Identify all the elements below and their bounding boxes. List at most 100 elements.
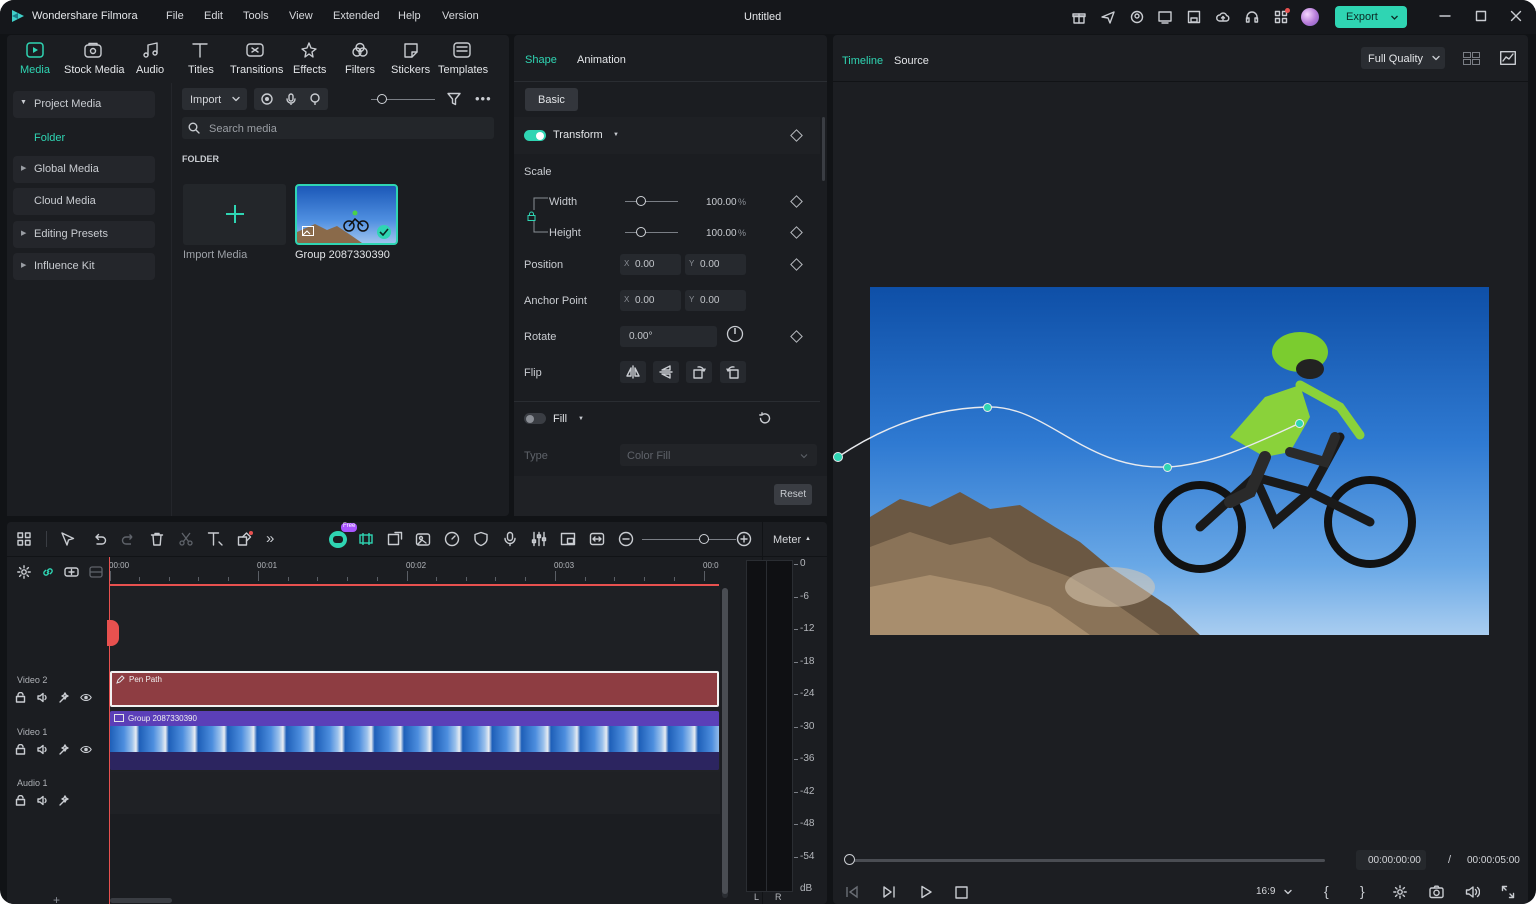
playback-scrubber[interactable] [844,854,855,865]
video-clip[interactable]: Group 2087330390 [110,711,719,770]
community-icon[interactable] [1130,10,1144,24]
track-visibility-icon[interactable] [80,744,92,755]
track-lock-icon[interactable] [15,692,26,703]
media-clip-thumbnail[interactable] [295,184,398,245]
reset-button[interactable]: Reset [774,484,812,505]
menu-extended[interactable]: Extended [333,10,379,22]
caret-down-icon[interactable]: ▼ [578,416,584,422]
voiceover-icon[interactable] [309,93,321,105]
playback-progress[interactable] [849,859,1325,862]
keyframe-height-icon[interactable] [790,226,803,239]
zoom-in-icon[interactable] [736,531,752,547]
track-mute-icon[interactable] [37,795,49,806]
sidebar-item-project-media[interactable]: ▼ Project Media [13,91,155,118]
timeline-zoom-slider[interactable] [642,539,736,540]
height-slider[interactable] [625,232,678,233]
delete-icon[interactable] [150,532,164,546]
add-track-icon[interactable] [64,565,79,579]
tab-templates[interactable]: Templates [437,35,489,79]
tab-animation[interactable]: Animation [577,54,626,66]
record-voice-icon[interactable] [502,531,518,547]
more-options-icon[interactable]: ••• [475,91,492,106]
mark-out-icon[interactable]: } [1360,883,1365,899]
transform-toggle[interactable] [524,130,546,141]
track-lock-icon[interactable] [15,744,26,755]
menu-file[interactable]: File [166,10,184,22]
flip-horizontal-button[interactable] [620,361,646,383]
fill-type-dropdown[interactable]: Color Fill [620,444,817,466]
send-icon[interactable] [1101,10,1115,24]
tab-effects[interactable]: Effects [289,35,329,79]
sidebar-item-cloud-media[interactable]: Cloud Media [13,188,155,215]
mark-in-icon[interactable]: { [1324,883,1329,899]
playhead-handle[interactable] [107,620,119,646]
flip-vertical-button[interactable] [653,361,679,383]
reset-fill-icon[interactable] [758,412,771,425]
keyframe-rotate-icon[interactable] [790,330,803,343]
freeze-frame-icon[interactable] [387,531,403,547]
path-anchor-point[interactable] [1163,463,1172,472]
import-media-tile[interactable] [183,184,286,245]
screen-icon[interactable] [1158,10,1172,24]
track-fx-icon[interactable] [58,795,70,806]
split-scissors-icon[interactable] [179,532,193,546]
lock-icon[interactable] [527,211,536,221]
track-fx-icon[interactable] [58,744,70,755]
rotate-right-button[interactable] [720,361,746,383]
audio-mixer-icon[interactable] [531,531,547,547]
anchor-y-field[interactable]: Y 0.00 [685,290,746,311]
quality-dropdown[interactable]: Full Quality [1361,47,1445,69]
grid-view-icon[interactable] [1463,52,1480,65]
track-settings-icon[interactable] [17,565,31,579]
timeline-ruler[interactable]: 00:00 00:01 00:02 00:03 00:0 [109,557,720,585]
slider-knob[interactable] [636,227,646,237]
menu-view[interactable]: View [289,10,313,22]
maximize-icon[interactable] [1475,10,1487,22]
timeline-scrollbar[interactable] [722,588,728,898]
track-fx-icon[interactable] [58,692,70,703]
pen-path-clip[interactable]: Pen Path [110,671,719,707]
camera-snapshot-icon[interactable] [1429,885,1444,899]
slider-knob[interactable] [636,196,646,206]
track-visibility-icon[interactable] [80,692,92,703]
crop-shape-icon[interactable] [237,531,253,547]
playhead-line[interactable] [109,557,110,904]
mask-shield-icon[interactable] [473,531,489,547]
link-icon[interactable] [41,565,55,579]
slider-knob[interactable] [377,94,387,104]
menu-help[interactable]: Help [398,10,421,22]
menu-edit[interactable]: Edit [204,10,223,22]
save-icon[interactable] [1187,10,1201,24]
keyframe-position-icon[interactable] [790,258,803,271]
width-slider[interactable] [625,201,678,202]
cloud-upload-icon[interactable] [1216,10,1230,24]
horizontal-scrollbar[interactable] [110,898,172,903]
speed-icon[interactable] [444,531,460,547]
menu-version[interactable]: Version [442,10,479,22]
search-input[interactable]: Search media [182,117,494,139]
tab-transitions[interactable]: Transitions [227,35,283,79]
fit-timeline-icon[interactable] [589,531,605,547]
sidebar-item-folder[interactable]: Folder [34,132,65,144]
pen-path-curve[interactable] [833,390,1313,480]
track-mute-icon[interactable] [37,744,49,755]
redo-icon[interactable] [121,532,136,546]
tab-shape[interactable]: Shape [525,54,557,66]
path-anchor-point[interactable] [1295,419,1304,428]
minimize-icon[interactable] [1439,10,1451,22]
rotate-field[interactable]: 0.00° [620,326,717,347]
gift-icon[interactable] [1072,10,1086,24]
aspect-ratio-dropdown[interactable]: 16:9 [1248,883,1294,901]
layout-grid-icon[interactable] [17,532,31,546]
subtab-basic[interactable]: Basic [525,88,578,111]
tab-stock-media[interactable]: Stock Media [62,35,126,79]
snapshot-chart-icon[interactable] [1500,51,1516,65]
properties-scrollbar[interactable] [822,117,825,181]
anchor-x-field[interactable]: X 0.00 [620,290,681,311]
tab-media[interactable]: Media [11,35,57,79]
export-button[interactable]: Export [1335,6,1407,28]
filter-icon[interactable] [447,92,461,106]
fill-toggle[interactable] [524,413,546,424]
slider-knob[interactable] [699,534,709,544]
zoom-out-icon[interactable] [618,531,634,547]
